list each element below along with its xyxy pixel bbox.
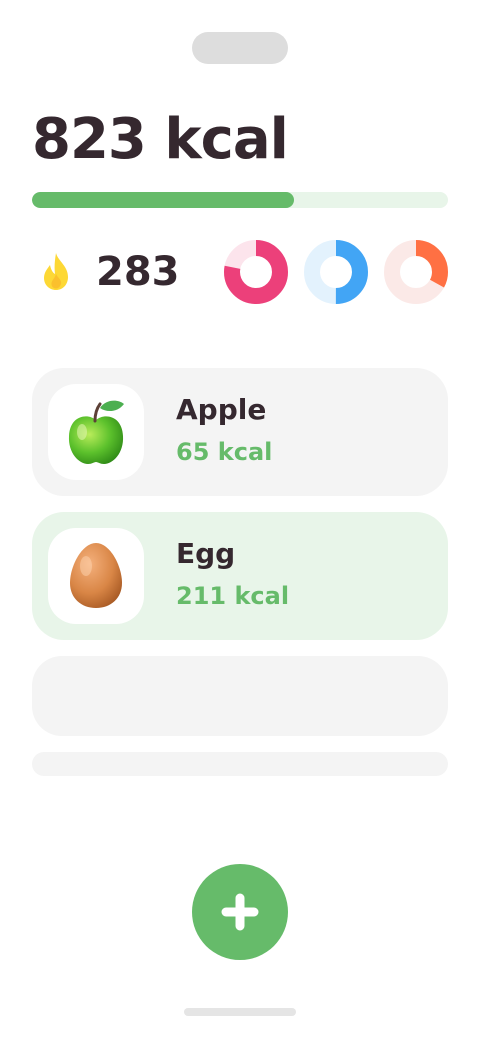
food-name: Apple — [176, 393, 267, 426]
macro-ring-blue[interactable] — [304, 240, 368, 304]
food-thumbnail — [48, 528, 144, 624]
home-indicator — [184, 1008, 296, 1016]
food-thumbnail — [48, 384, 144, 480]
flame-icon — [44, 253, 68, 290]
empty-food-slot — [32, 656, 448, 736]
food-item-apple[interactable]: Apple 65 kcal — [32, 368, 448, 496]
burned-calories: 283 — [96, 249, 180, 295]
plus-icon — [221, 893, 259, 931]
food-item-egg[interactable]: Egg 211 kcal — [32, 512, 448, 640]
apple-icon — [68, 400, 124, 464]
stats-row: 283 — [32, 240, 448, 304]
food-calories: 211 kcal — [176, 582, 290, 610]
camera-notch — [192, 32, 288, 64]
total-calories: 823 kcal — [32, 107, 289, 172]
empty-food-slot-small — [32, 752, 448, 776]
egg-icon — [70, 543, 122, 608]
macro-ring-pink[interactable] — [224, 240, 288, 304]
food-name: Egg — [176, 537, 236, 570]
add-food-button[interactable] — [192, 864, 288, 960]
calorie-progress-bar — [32, 192, 448, 208]
food-calories: 65 kcal — [176, 438, 273, 466]
calorie-progress-fill — [32, 192, 295, 208]
macro-ring-orange[interactable] — [384, 240, 448, 304]
